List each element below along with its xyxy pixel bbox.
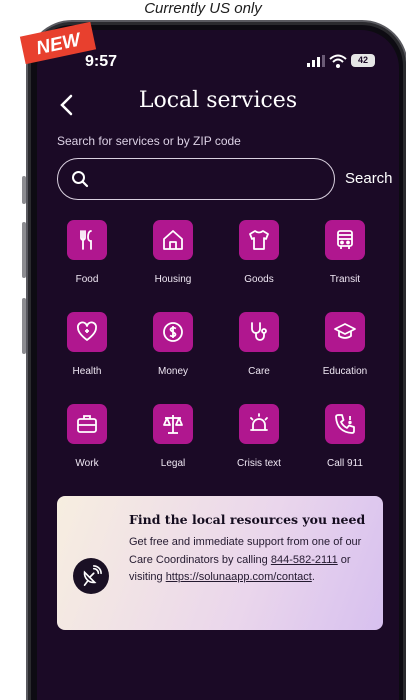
service-label: Goods bbox=[244, 274, 274, 285]
service-label: Education bbox=[322, 366, 368, 377]
graduation-cap-icon bbox=[334, 323, 356, 339]
battery-indicator: 42 bbox=[351, 54, 375, 67]
service-label: Housing bbox=[154, 274, 192, 285]
service-tile-health[interactable]: Health bbox=[49, 312, 125, 392]
new-badge: NEW bbox=[19, 22, 97, 64]
phone-side-button bbox=[22, 298, 26, 354]
service-label: Work bbox=[75, 458, 99, 469]
service-tile-call-911[interactable]: Call 911 bbox=[307, 404, 383, 484]
service-tile-care[interactable]: Care bbox=[221, 312, 297, 392]
page-title: Local services bbox=[138, 88, 298, 113]
service-tile-goods[interactable]: Goods bbox=[221, 220, 297, 300]
app-screen: 9:57 42 Local services Search for servic… bbox=[37, 30, 399, 700]
service-tile-housing[interactable]: Housing bbox=[135, 220, 211, 300]
fork-knife-icon bbox=[80, 230, 92, 250]
service-label: Transit bbox=[329, 274, 361, 285]
service-tile-food[interactable]: Food bbox=[49, 220, 125, 300]
signal-icon bbox=[307, 55, 325, 67]
phone-icon bbox=[335, 414, 355, 434]
service-tile-transit[interactable]: Transit bbox=[307, 220, 383, 300]
info-card-body: Get free and immediate support from one … bbox=[129, 534, 377, 587]
briefcase-icon bbox=[77, 415, 97, 433]
caption: Currently US only bbox=[144, 0, 262, 17]
satellite-dish-icon bbox=[73, 558, 109, 594]
service-tile-money[interactable]: Money bbox=[135, 312, 211, 392]
service-tile-education[interactable]: Education bbox=[307, 312, 383, 392]
phone-side-button bbox=[22, 176, 26, 204]
dollar-icon bbox=[163, 322, 183, 342]
bus-icon bbox=[337, 230, 353, 249]
alarm-icon bbox=[250, 413, 268, 431]
service-label: Care bbox=[248, 366, 270, 377]
info-card: Find the local resources you need Get fr… bbox=[57, 496, 383, 630]
search-input[interactable] bbox=[57, 158, 335, 200]
heart-icon bbox=[77, 321, 97, 341]
service-label: Money bbox=[157, 366, 188, 377]
search-button[interactable]: Search bbox=[345, 170, 393, 187]
service-tile-work[interactable]: Work bbox=[49, 404, 125, 484]
service-label: Crisis text bbox=[237, 458, 281, 469]
contact-website-link[interactable]: https://solunaapp.com/contact bbox=[166, 571, 312, 583]
service-label: Health bbox=[72, 366, 102, 377]
search-label: Search for services or by ZIP code bbox=[57, 134, 241, 148]
phone-side-button bbox=[22, 222, 26, 278]
service-label: Call 911 bbox=[327, 458, 363, 469]
shirt-icon bbox=[249, 230, 269, 250]
scales-icon bbox=[163, 415, 183, 434]
service-label: Legal bbox=[160, 458, 186, 469]
house-icon bbox=[163, 230, 183, 250]
service-tile-legal[interactable]: Legal bbox=[135, 404, 211, 484]
service-tile-crisis-text[interactable]: Crisis text bbox=[221, 404, 297, 484]
info-card-title: Find the local resources you need bbox=[129, 512, 366, 527]
search-icon bbox=[72, 171, 89, 188]
coordinator-phone-link[interactable]: 844-582-2111 bbox=[271, 554, 338, 566]
info-card-text: . bbox=[311, 571, 315, 583]
wifi-icon bbox=[329, 54, 347, 68]
stethoscope-icon bbox=[251, 322, 267, 341]
service-label: Food bbox=[75, 274, 99, 285]
